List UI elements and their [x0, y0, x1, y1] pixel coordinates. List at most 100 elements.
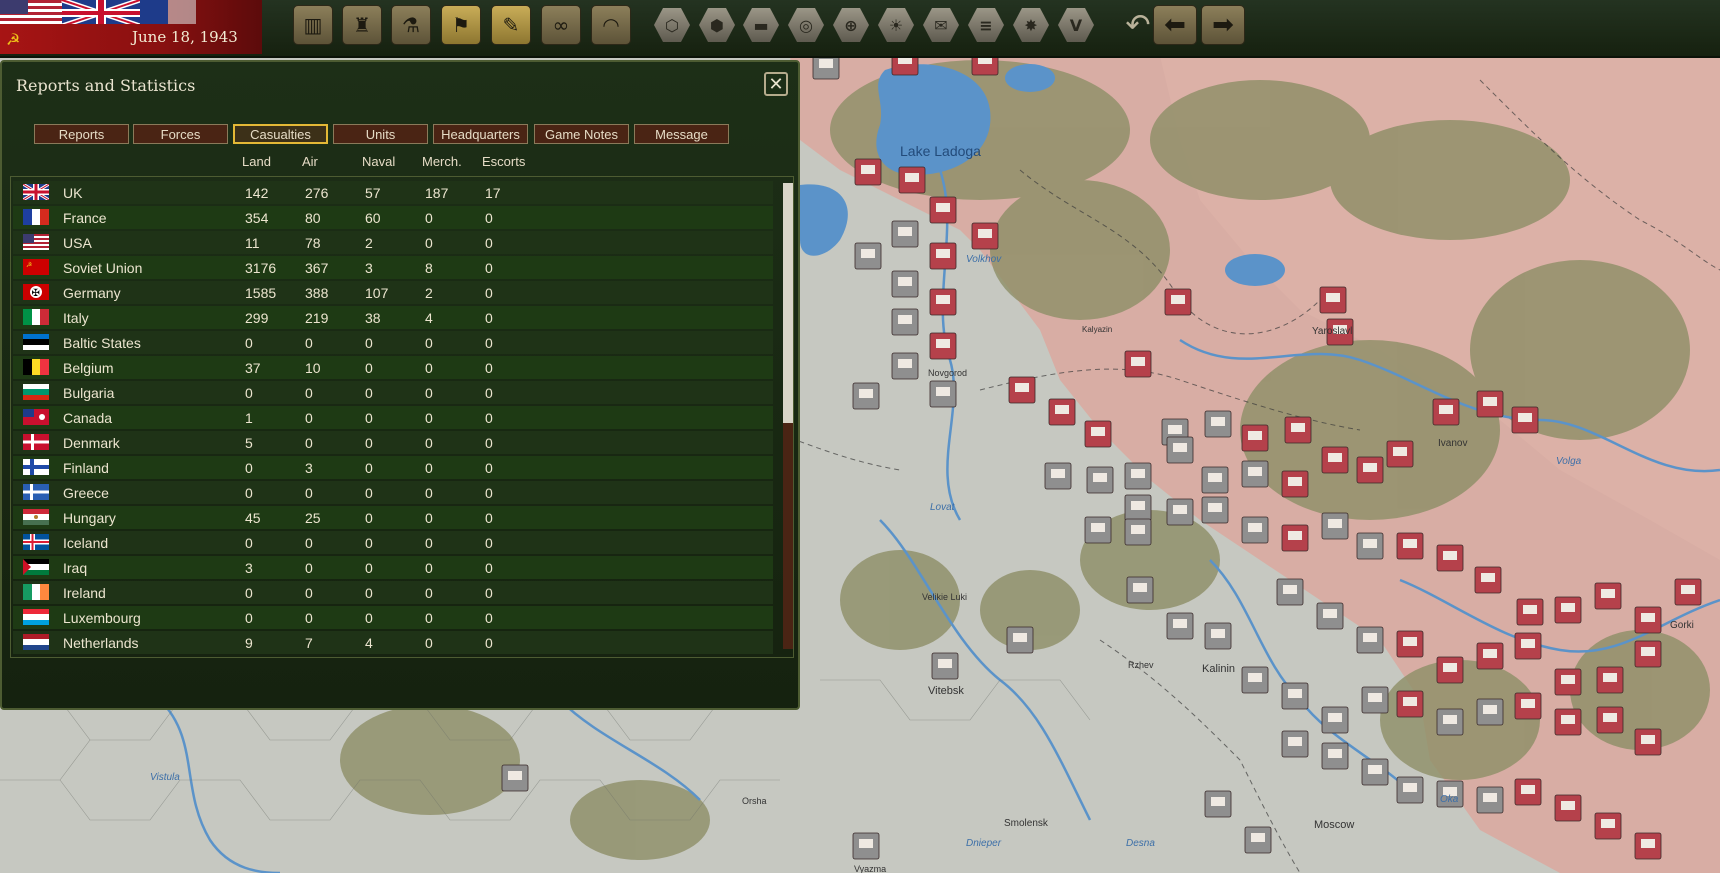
country-name: Ireland	[63, 585, 106, 601]
unit-symbol-icon	[1131, 357, 1145, 366]
tank-filter-button[interactable]: ▬	[741, 5, 781, 45]
cell-merch: 0	[425, 510, 433, 526]
scrollbar-thumb[interactable]	[783, 183, 793, 423]
cell-naval: 60	[365, 210, 381, 226]
diplomacy-button[interactable]: ♜	[342, 5, 382, 45]
table-row[interactable]: Netherlands 9 7 4 0 0	[13, 631, 773, 654]
table-row[interactable]: Hungary 45 25 0 0 0	[13, 506, 773, 529]
objectives-button[interactable]: ⚑	[441, 5, 481, 45]
fleet-button[interactable]: ≡	[966, 5, 1006, 45]
intelligence-button[interactable]: ∞	[541, 5, 581, 45]
victory-icon: V	[1058, 8, 1094, 42]
country-name: Bulgaria	[63, 385, 115, 401]
country-name: Italy	[63, 310, 89, 326]
cell-air: 80	[305, 210, 321, 226]
table-row[interactable]: Italy 299 219 38 4 0	[13, 306, 773, 329]
tab-game-notes[interactable]: Game Notes	[534, 124, 629, 144]
previous-button[interactable]: ⬅	[1153, 5, 1197, 45]
table-row[interactable]: Denmark 5 0 0 0 0	[13, 431, 773, 454]
cell-air: 0	[305, 410, 313, 426]
country-name: USA	[63, 235, 92, 251]
resources-button[interactable]: ◎	[786, 5, 826, 45]
unit-symbol-icon	[1173, 443, 1187, 452]
cell-air: 10	[305, 360, 321, 376]
greece-flag-icon	[23, 484, 49, 500]
table-row[interactable]: Ireland 0 0 0 0 0	[13, 581, 773, 604]
tab-headquarters[interactable]: Headquarters	[433, 124, 528, 144]
country-name: Germany	[63, 285, 121, 301]
unit-symbol-icon	[1523, 605, 1537, 614]
cell-escorts: 0	[485, 610, 493, 626]
unit-symbol-icon	[1208, 503, 1222, 512]
supply-hex-button[interactable]: ⬢	[697, 5, 737, 45]
target-button[interactable]: ⊕	[831, 5, 871, 45]
table-row[interactable]: Belgium 37 10 0 0 0	[13, 356, 773, 379]
tab-reports[interactable]: Reports	[34, 124, 129, 144]
unit-symbol-icon	[1131, 469, 1145, 478]
cell-naval: 0	[365, 435, 373, 451]
cell-air: 367	[305, 260, 329, 276]
arrow-right-icon: ➡	[1212, 10, 1234, 40]
close-button[interactable]: ✕	[764, 72, 788, 96]
tab-message[interactable]: Message	[634, 124, 729, 144]
victory-button[interactable]: V	[1056, 5, 1096, 45]
table-row[interactable]: Iceland 0 0 0 0 0	[13, 531, 773, 554]
envelope-button[interactable]: ✉	[921, 5, 961, 45]
table-row[interactable]: ☭ Soviet Union 3176 367 3 8 0	[13, 256, 773, 279]
column-header-merch[interactable]: Merch.	[422, 154, 462, 169]
unit-symbol-icon	[861, 165, 875, 174]
table-row[interactable]: France 354 80 60 0 0	[13, 206, 773, 229]
map-label-novgorod: Novgorod	[928, 368, 967, 378]
unit-symbol-icon	[1168, 425, 1182, 434]
tab-casualties[interactable]: Casualties	[233, 124, 328, 144]
cell-land: 0	[245, 335, 253, 351]
cell-escorts: 0	[485, 585, 493, 601]
microscope-icon: ⚗	[402, 13, 420, 37]
cell-merch: 0	[425, 210, 433, 226]
table-row[interactable]: UK 142 276 57 187 17	[13, 181, 773, 204]
unit-symbol-icon	[1601, 589, 1615, 598]
explosion-button[interactable]: ✸	[1011, 5, 1051, 45]
unit-symbol-icon	[1603, 713, 1617, 722]
bulgaria-flag-icon	[23, 384, 49, 400]
tab-forces[interactable]: Forces	[133, 124, 228, 144]
unit-symbol-icon	[1131, 525, 1145, 534]
research-button[interactable]: ⚗	[391, 5, 431, 45]
unit-symbol-icon	[1248, 431, 1262, 440]
unit-symbol-icon	[1641, 613, 1655, 622]
table-row[interactable]: Luxembourg 0 0 0 0 0	[13, 606, 773, 629]
column-header-air[interactable]: Air	[302, 154, 318, 169]
iceland-flag-icon	[23, 534, 49, 550]
unit-symbol-icon	[1211, 797, 1225, 806]
production-button[interactable]: ▥	[293, 5, 333, 45]
unit-symbol-icon	[1601, 819, 1615, 828]
weather-button[interactable]: ☀	[876, 5, 916, 45]
column-header-escorts[interactable]: Escorts	[482, 154, 525, 169]
undo-button[interactable]: ↶	[1118, 5, 1158, 45]
casualties-table: UK 142 276 57 187 17 France 354 80 60 0 0 USA 11 78 2 0 0…	[10, 176, 794, 658]
cell-air: 0	[305, 435, 313, 451]
cell-air: 78	[305, 235, 321, 251]
table-row[interactable]: Baltic States 0 0 0 0 0	[13, 331, 773, 354]
table-row[interactable]: ✠ Germany 1585 388 107 2 0	[13, 281, 773, 304]
column-header-naval[interactable]: Naval	[362, 154, 395, 169]
cell-escorts: 0	[485, 460, 493, 476]
table-row[interactable]: USA 11 78 2 0 0	[13, 231, 773, 254]
table-row[interactable]: Bulgaria 0 0 0 0 0	[13, 381, 773, 404]
next-button[interactable]: ➡	[1201, 5, 1245, 45]
reports-button[interactable]: ✎	[491, 5, 531, 45]
table-row[interactable]: Greece 0 0 0 0 0	[13, 481, 773, 504]
building-icon: ♜	[353, 13, 371, 37]
cell-naval: 0	[365, 610, 373, 626]
column-header-land[interactable]: Land	[242, 154, 271, 169]
unit-symbol-icon	[1326, 293, 1340, 302]
unit-symbol-icon	[1481, 573, 1495, 582]
table-row[interactable]: Canada 1 0 0 0 0	[13, 406, 773, 429]
hex-grid-button[interactable]: ⬡	[652, 5, 692, 45]
table-row[interactable]: Iraq 3 0 0 0 0	[13, 556, 773, 579]
cell-escorts: 0	[485, 510, 493, 526]
tab-units[interactable]: Units	[333, 124, 428, 144]
units-button[interactable]: ◠	[591, 5, 631, 45]
cell-merch: 8	[425, 260, 433, 276]
table-row[interactable]: Finland 0 3 0 0 0	[13, 456, 773, 479]
